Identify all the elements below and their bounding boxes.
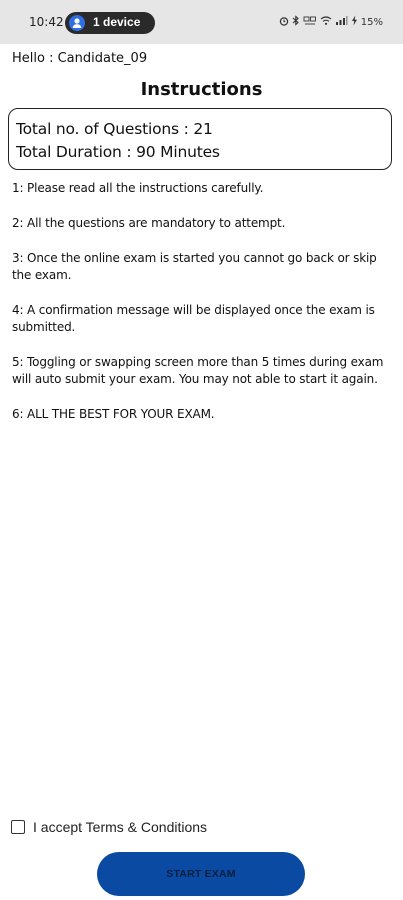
- data-icon: [303, 15, 317, 29]
- alarm-icon: [279, 16, 289, 29]
- status-bar: 10:42 1 device 15%: [0, 0, 403, 44]
- wifi-icon: [320, 15, 332, 29]
- instruction-item: 3: Once the online exam is started you c…: [12, 251, 377, 282]
- instruction-item: 1: Please read all the instructions care…: [12, 181, 264, 195]
- instruction-item: 6: ALL THE BEST FOR YOUR EXAM.: [12, 407, 215, 421]
- page-title: Instructions: [140, 79, 263, 100]
- instruction-item: 4: A confirmation message will be displa…: [12, 303, 375, 334]
- status-time: 10:42: [29, 15, 64, 29]
- terms-row[interactable]: I accept Terms & Conditions: [11, 819, 207, 835]
- total-duration: Total Duration : 90 Minutes: [16, 143, 220, 161]
- terms-label[interactable]: I accept Terms & Conditions: [33, 819, 207, 835]
- exam-instructions-screen: 10:42 1 device 15% Hello: Candidate_09 …: [0, 0, 403, 900]
- device-pill-label: 1 device: [93, 15, 141, 29]
- greeting: Hello : Candidate_09: [12, 51, 148, 66]
- charging-icon: [351, 15, 358, 29]
- exam-summary-card: Total no. of Questions : 21 Total Durati…: [8, 108, 392, 170]
- device-pill[interactable]: 1 device: [65, 12, 155, 34]
- start-exam-button[interactable]: START EXAM: [97, 852, 305, 896]
- signal-icon: [335, 15, 348, 29]
- instructions-list: 1: Please read all the instructions care…: [12, 180, 392, 441]
- total-questions: Total no. of Questions : 21: [16, 120, 213, 138]
- bluetooth-icon: [292, 15, 300, 29]
- instruction-item: 2: All the questions are mandatory to at…: [12, 216, 286, 230]
- terms-checkbox[interactable]: [11, 820, 25, 834]
- person-icon: [69, 15, 85, 31]
- battery-percent: 15%: [360, 16, 383, 28]
- instruction-item: 5: Toggling or swapping screen more than…: [12, 355, 384, 386]
- status-icons: 15%: [279, 15, 383, 29]
